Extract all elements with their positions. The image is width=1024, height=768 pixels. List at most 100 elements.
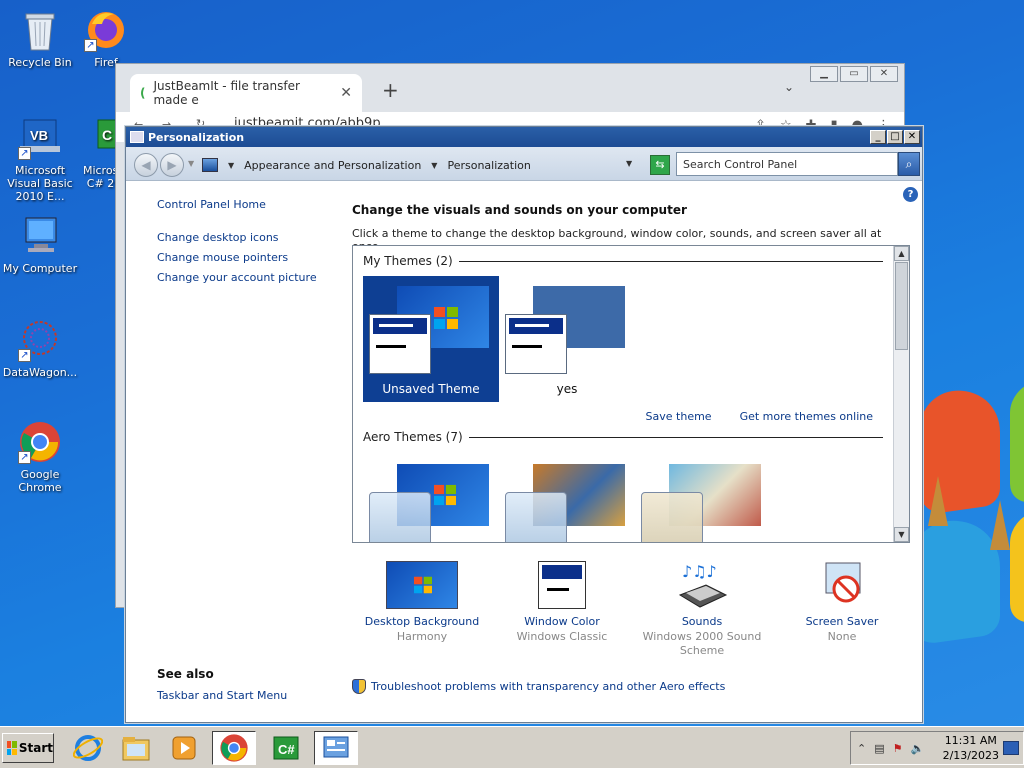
section-divider (468, 436, 883, 438)
minimize-button[interactable]: ▁ (810, 66, 838, 82)
taskbar-chrome[interactable] (212, 731, 256, 765)
close-tab-icon[interactable]: ✕ (340, 85, 352, 101)
tree-decoration (928, 476, 948, 526)
see-also: See also Taskbar and Start Menu (157, 667, 287, 702)
maximize-button[interactable]: ▭ (840, 66, 868, 82)
navigation-bar: ◀ ▶ ▼ ▼ Appearance and Personalization ▼… (126, 147, 922, 181)
page-title: Change the visuals and sounds on your co… (352, 203, 687, 217)
address-dropdown-icon[interactable]: ▼ (626, 159, 632, 168)
setting-value: Windows Classic (516, 630, 608, 643)
change-account-picture-link[interactable]: Change your account picture (157, 271, 337, 284)
chrome-icon: ↗ (18, 420, 62, 464)
desktop-icon-firefox[interactable]: ↗ Firef (76, 8, 136, 69)
desktop-icon-recycle-bin[interactable]: Recycle Bin (0, 8, 80, 69)
theme-list[interactable]: My Themes (2) Unsaved Theme yes Save the… (352, 245, 910, 543)
breadcrumb-personalization[interactable]: Personalization (447, 159, 530, 172)
aero-theme-windows7[interactable] (363, 458, 499, 542)
show-hidden-icons-chevron-icon[interactable]: ⌃ (857, 742, 866, 755)
volume-icon[interactable]: 🔈 (911, 742, 925, 755)
scroll-down-arrow-icon[interactable]: ▼ (894, 527, 909, 542)
window-titlebar[interactable]: Personalization _ □ ✕ (126, 127, 922, 147)
theme-settings: Desktop Background Harmony Window Color … (352, 561, 912, 661)
save-theme-link[interactable]: Save theme (646, 410, 712, 423)
media-player-icon (172, 736, 196, 760)
svg-text:♪♫♪: ♪♫♪ (682, 562, 717, 581)
search-button[interactable]: ⌕ (898, 152, 920, 176)
forward-button[interactable]: ▶ (160, 153, 184, 177)
tab-search-chevron-icon[interactable]: ⌄ (784, 80, 794, 94)
theme-unsaved[interactable]: Unsaved Theme (363, 276, 499, 402)
csharp-icon: C# (273, 736, 299, 760)
windows-flag-icon (434, 484, 456, 506)
personalization-window[interactable]: Personalization _ □ ✕ ◀ ▶ ▼ ▼ Appearance… (125, 126, 923, 723)
firefox-icon: ↗ (84, 8, 128, 52)
desktop-icon-google-chrome[interactable]: ↗ Google Chrome (0, 420, 80, 494)
window-color-setting[interactable]: Window Color Windows Classic (492, 561, 632, 644)
desktop-background-setting[interactable]: Desktop Background Harmony (352, 561, 492, 644)
desktop-icon-datawagon[interactable]: ↗ DataWagon... (0, 318, 80, 379)
screen-saver-icon (806, 561, 878, 609)
sounds-setting[interactable]: ♪♫♪ Sounds Windows 2000 Sound Scheme (632, 561, 772, 658)
chrome-window-controls: ▁ ▭ ✕ (810, 66, 898, 82)
desktop-icon-label: DataWagon... (2, 366, 78, 379)
taskbar-explorer[interactable] (114, 731, 158, 765)
aero-themes-header: Aero Themes (7) (363, 430, 883, 444)
desktop-background-icon (386, 561, 458, 609)
control-panel-icon (130, 131, 144, 143)
close-button[interactable]: ✕ (904, 130, 920, 144)
screen-saver-setting[interactable]: Screen Saver None (772, 561, 912, 644)
troubleshoot-label: Troubleshoot problems with transparency … (371, 680, 726, 693)
theme-yes[interactable]: yes (499, 276, 635, 402)
back-button[interactable]: ◀ (134, 153, 158, 177)
scroll-thumb[interactable] (895, 262, 908, 350)
troubleshoot-aero-link[interactable]: Troubleshoot problems with transparency … (352, 679, 725, 694)
change-desktop-icons-link[interactable]: Change desktop icons (157, 231, 337, 244)
system-tray: ⌃ ▤ ⚑ 🔈 11:31 AM 2/13/2023 (850, 731, 1024, 765)
setting-name: Window Color (524, 615, 600, 628)
desktop-icon-vb2010[interactable]: VB ↗ Microsoft Visual Basic 2010 E... (0, 116, 80, 203)
start-button[interactable]: Start (2, 733, 54, 763)
recycle-bin-icon (18, 8, 62, 52)
control-panel-home-link[interactable]: Control Panel Home (157, 198, 337, 211)
recent-pages-chevron-icon[interactable]: ▼ (188, 159, 194, 168)
window-title: Personalization (148, 130, 245, 144)
breadcrumb-arrow-icon[interactable]: ▼ (228, 161, 234, 170)
maximize-button[interactable]: □ (887, 130, 903, 144)
minimize-button[interactable]: _ (870, 130, 886, 144)
clock[interactable]: 11:31 AM 2/13/2023 (943, 733, 999, 763)
theme-list-scrollbar[interactable]: ▲ ▼ (893, 246, 909, 542)
svg-text:C: C (102, 127, 112, 143)
desktop-icon-label: Microsoft Visual Basic 2010 E... (7, 164, 73, 203)
action-center-flag-icon[interactable]: ⚑ (893, 742, 903, 755)
desktop-icon-my-computer[interactable]: My Computer (0, 214, 80, 275)
help-button[interactable]: ? (903, 187, 918, 202)
close-button[interactable]: ✕ (870, 66, 898, 82)
show-desktop-button[interactable] (1003, 741, 1019, 755)
breadcrumb-arrow-icon[interactable]: ▼ (431, 161, 437, 170)
setting-name: Desktop Background (364, 615, 480, 628)
change-mouse-pointers-link[interactable]: Change mouse pointers (157, 251, 337, 264)
control-panel-icon (323, 736, 349, 758)
windows-flag-icon (7, 741, 17, 755)
shortcut-arrow-icon: ↗ (18, 349, 31, 362)
theme-window-preview (369, 314, 431, 374)
network-icon[interactable]: ▤ (874, 742, 884, 755)
taskbar-csharp[interactable]: C# (264, 731, 308, 765)
new-tab-button[interactable]: + (382, 78, 399, 102)
taskbar-control-panel[interactable] (314, 731, 358, 765)
taskbar-media-player[interactable] (162, 731, 206, 765)
taskbar-internet-explorer[interactable] (66, 731, 110, 765)
chrome-tabbar: ( JustBeamIt - file transfer made e ✕ + … (116, 64, 904, 112)
breadcrumb-appearance[interactable]: Appearance and Personalization (244, 159, 421, 172)
get-more-themes-link[interactable]: Get more themes online (740, 410, 873, 423)
taskbar: Start C# ⌃ ▤ ⚑ 🔈 11:31 AM 2/13/2023 (0, 726, 1024, 768)
search-input[interactable]: Search Control Panel (676, 152, 898, 176)
theme-window-preview (369, 492, 431, 542)
refresh-button[interactable]: ⇆ (650, 155, 670, 175)
window-color-icon (538, 561, 586, 609)
scroll-up-arrow-icon[interactable]: ▲ (894, 246, 909, 261)
aero-theme-characters[interactable] (635, 458, 771, 542)
aero-theme-architecture[interactable] (499, 458, 635, 542)
chrome-tab[interactable]: ( JustBeamIt - file transfer made e ✕ (130, 74, 362, 112)
taskbar-start-menu-link[interactable]: Taskbar and Start Menu (157, 689, 287, 702)
